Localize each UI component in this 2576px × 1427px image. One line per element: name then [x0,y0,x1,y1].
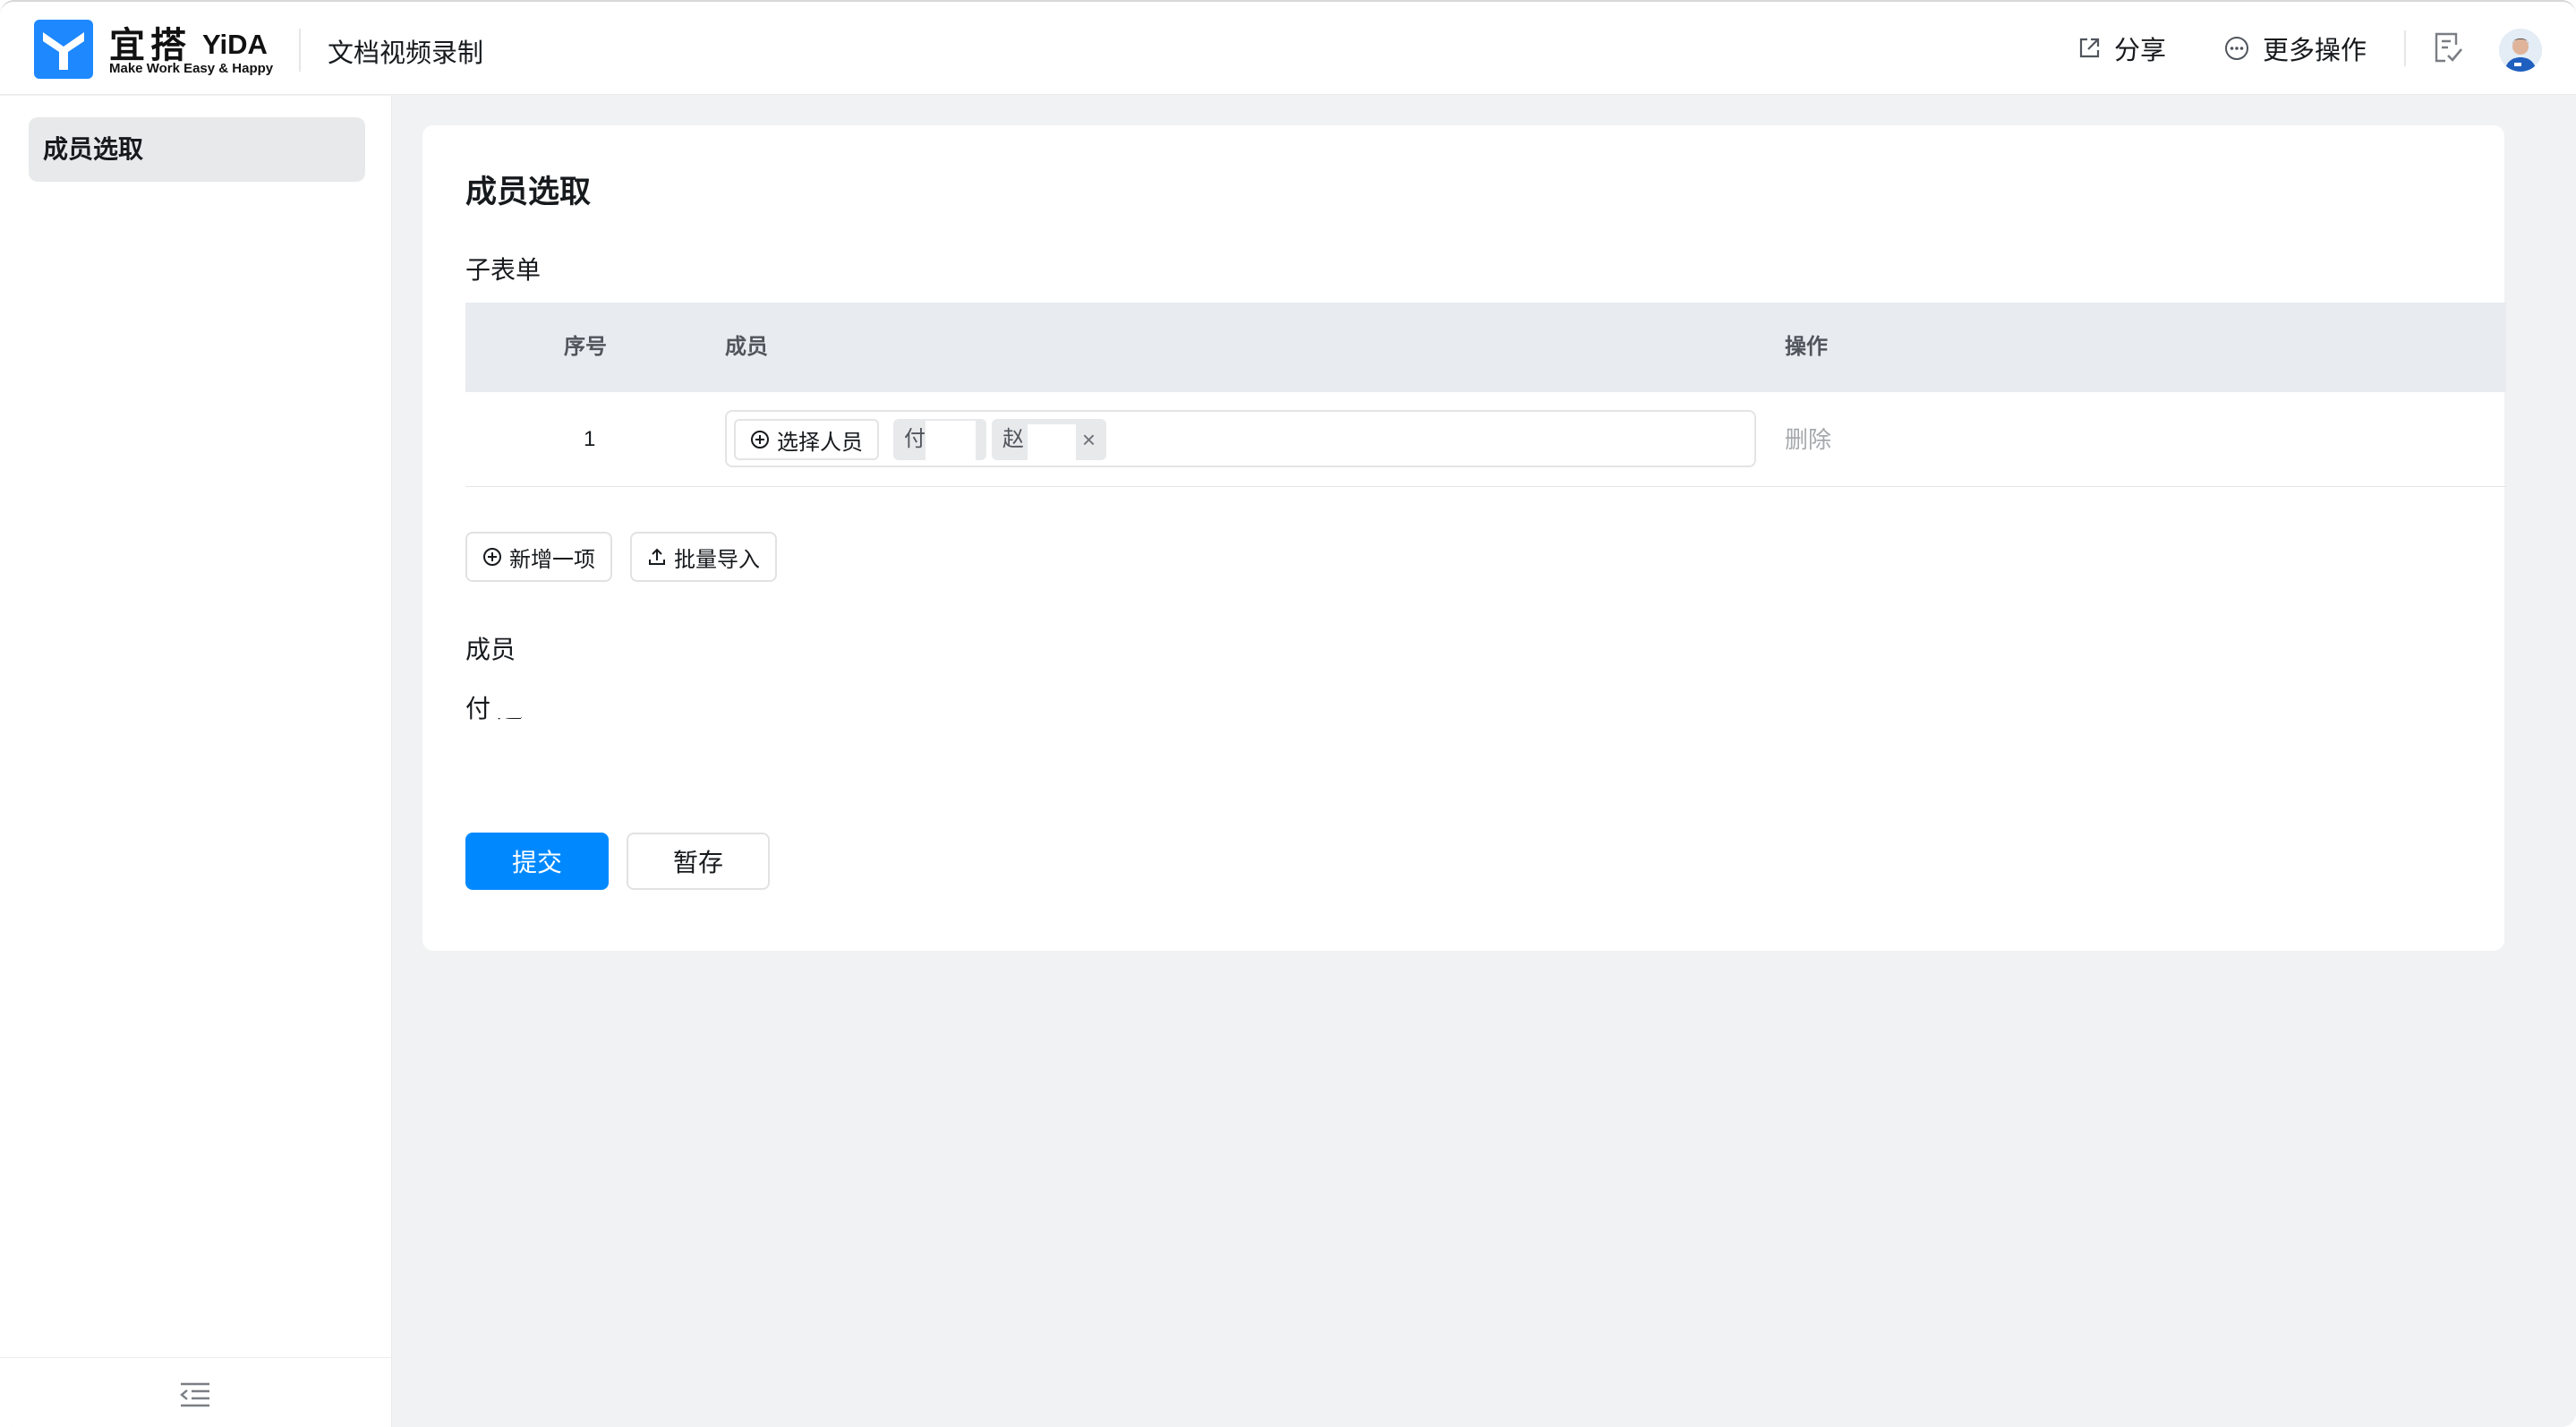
add-item-label: 新增一项 [509,547,595,572]
column-header-seq: 序号 [564,335,607,359]
top-header: 宜搭 YiDA Make Work Easy & Happy 文档视频录制 分享… [0,2,2576,95]
redaction-mask [494,686,521,718]
select-people-button[interactable]: 选择人员 [734,419,879,460]
add-circle-icon [483,548,501,566]
collapse-sidebar-icon[interactable] [179,1381,211,1408]
table-header: 序号 成员 操作 [465,303,2506,392]
more-icon [2225,37,2248,60]
header-separator [2404,30,2406,66]
sidebar: 成员选取 [0,96,392,1427]
yida-logo-icon [34,20,93,79]
member-tag-label: 付 [904,427,925,451]
header-divider [299,29,301,72]
remove-tag-icon[interactable]: × [1082,419,1096,460]
column-header-member: 成员 [725,335,768,359]
column-header-actions: 操作 [1785,335,1828,359]
more-actions-button[interactable]: 更多操作 [2223,29,2367,68]
batch-import-button[interactable]: 批量导入 [630,532,777,582]
redaction-mask [546,686,600,718]
logo-slogan: Make Work Easy & Happy [109,61,274,76]
batch-import-label: 批量导入 [674,547,760,572]
app-title[interactable]: 文档视频录制 [328,32,483,70]
form-card: 成员选取 子表单 序号 成员 操作 1 选择人员 付 赵 × 删除 新增一项 批… [422,125,2506,951]
redaction-mask [925,421,976,464]
add-item-button[interactable]: 新增一项 [465,532,612,582]
select-people-label: 选择人员 [777,430,863,455]
row-seq: 1 [584,427,596,451]
upload-icon [649,548,665,565]
share-icon [2079,38,2100,58]
save-draft-button[interactable]: 暂存 [627,833,770,890]
user-avatar[interactable] [2499,29,2542,72]
submit-button[interactable]: 提交 [465,833,609,890]
table-row: 1 选择人员 付 赵 × 删除 [465,392,2506,487]
subform-label: 子表单 [465,256,542,284]
share-button[interactable]: 分享 [2077,29,2166,68]
member-tag-label: 赵 [1002,427,1024,451]
member-picker-field[interactable]: 选择人员 付 赵 × [725,410,1756,467]
sidebar-footer [0,1357,391,1427]
sidebar-item-member-pick[interactable]: 成员选取 [29,117,365,182]
form-title: 成员选取 [465,175,592,209]
logo-text-en: YiDA [202,29,268,60]
todo-icon[interactable] [2433,30,2465,64]
delete-row-link[interactable]: 删除 [1785,392,1831,487]
app-window: 宜搭 YiDA Make Work Easy & Happy 文档视频录制 分享… [0,0,2576,1427]
avatar-icon [2499,29,2542,72]
add-circle-icon [751,431,769,449]
redaction-mask [1028,424,1076,466]
share-label: 分享 [2114,37,2167,65]
more-actions-label: 更多操作 [2263,37,2367,65]
member-field-label: 成员 [465,636,516,663]
